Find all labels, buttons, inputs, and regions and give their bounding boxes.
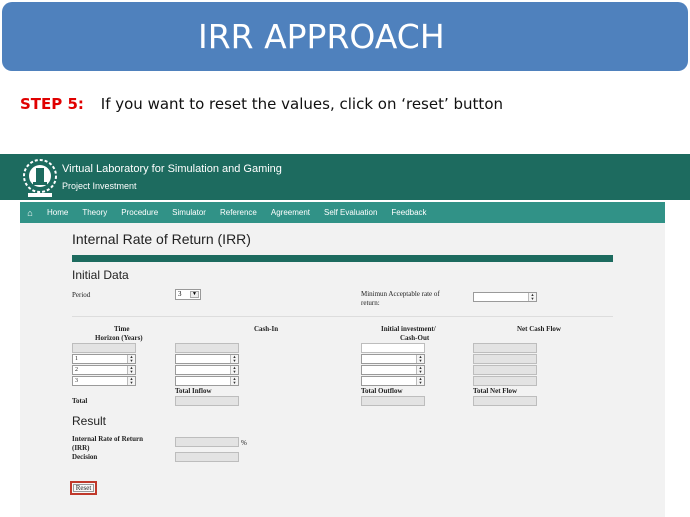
net-cash-flow-3 (473, 376, 537, 386)
spinner-icon[interactable]: ▲ ▼ (416, 366, 424, 374)
app-title: Virtual Laboratory for Simulation and Ga… (62, 163, 282, 175)
total-inflow-label: Total Inflow (175, 387, 212, 395)
spinner-icon[interactable]: ▲ ▼ (230, 366, 238, 374)
total-net-flow-value (473, 396, 537, 406)
initial-investment-input[interactable] (361, 343, 425, 353)
cashin-input-2[interactable]: ▲ ▼ (175, 365, 239, 375)
reset-button-label: Reset (73, 484, 94, 492)
total-net-flow-label: Total Net Flow (473, 387, 518, 395)
spinner-icon[interactable]: ▲ ▼ (528, 293, 536, 301)
nav-home[interactable]: Home (40, 208, 75, 217)
nav-agreement[interactable]: Agreement (264, 208, 317, 217)
net-cash-flow-2 (473, 365, 537, 375)
year-value: 2 (75, 367, 78, 373)
col-time-line2: Horizon (Years) (95, 334, 143, 342)
period-label: Period (72, 291, 91, 299)
year-value: 3 (75, 378, 78, 384)
net-header-box (473, 343, 537, 353)
marr-label-line1: Minimun Acceptable rate of (361, 290, 440, 298)
main-content: Internal Rate of Return (IRR) Initial Da… (20, 223, 665, 517)
step-text: If you want to reset the values, click o… (100, 95, 503, 113)
spinner-icon[interactable]: ▲ ▼ (230, 377, 238, 385)
nav-simulator[interactable]: Simulator (165, 208, 213, 217)
year-input-1[interactable]: 1 ▲ ▼ (72, 354, 136, 364)
home-icon[interactable]: ⌂ (20, 208, 40, 218)
reset-button[interactable]: Reset (70, 481, 97, 495)
cashin-input-3[interactable]: ▲ ▼ (175, 376, 239, 386)
period-value: 3 (178, 290, 182, 298)
nav-self-evaluation[interactable]: Self Evaluation (317, 208, 384, 217)
total-outflow-value (361, 396, 425, 406)
percent-sign: % (241, 439, 247, 447)
app-header: Virtual Laboratory for Simulation and Ga… (0, 154, 690, 200)
decision-value (175, 452, 239, 462)
total-outflow-label: Total Outflow (361, 387, 403, 395)
app-screenshot: Virtual Laboratory for Simulation and Ga… (0, 154, 690, 517)
time-header-box (72, 343, 136, 353)
spinner-icon[interactable]: ▲ ▼ (127, 366, 135, 374)
cashout-input-1[interactable]: ▲ ▼ (361, 354, 425, 364)
step-instruction: STEP 5: If you want to reset the values,… (20, 95, 503, 113)
institute-logo-icon (23, 159, 57, 197)
col-initial-line2: Cash-Out (400, 334, 430, 342)
year-value: 1 (75, 356, 78, 362)
irr-label-line1: Internal Rate of Return (72, 435, 143, 443)
col-initial-line1: Initial investment/ (381, 325, 436, 333)
year-input-3[interactable]: 3 ▲ ▼ (72, 376, 136, 386)
title-divider (72, 255, 613, 262)
irr-value (175, 437, 239, 447)
section-divider (72, 316, 613, 317)
irr-label-line2: (IRR) (72, 444, 90, 452)
app-subtitle: Project Investment (62, 181, 137, 191)
col-time-line1: Time (114, 325, 130, 333)
nav-reference[interactable]: Reference (213, 208, 264, 217)
spinner-icon[interactable]: ▲ ▼ (416, 355, 424, 363)
result-heading: Result (72, 414, 107, 428)
marr-input[interactable]: ▲ ▼ (473, 292, 537, 302)
decision-label: Decision (72, 453, 98, 461)
col-net-cash-flow: Net Cash Flow (517, 325, 561, 333)
spinner-icon[interactable]: ▲ ▼ (127, 377, 135, 385)
chevron-down-icon: ▼ (190, 291, 199, 298)
year-input-2[interactable]: 2 ▲ ▼ (72, 365, 136, 375)
spinner-icon[interactable]: ▲ ▼ (127, 355, 135, 363)
step-label: STEP 5: (20, 95, 84, 113)
net-cash-flow-1 (473, 354, 537, 364)
cashout-input-3[interactable]: ▲ ▼ (361, 376, 425, 386)
marr-label-line2: return: (361, 299, 380, 307)
spinner-icon[interactable]: ▲ ▼ (230, 355, 238, 363)
spinner-icon[interactable]: ▲ ▼ (416, 377, 424, 385)
total-label: Total (72, 397, 88, 405)
nav-bar: ⌂ Home Theory Procedure Simulator Refere… (20, 202, 665, 223)
cashin-header-box (175, 343, 239, 353)
cashin-input-1[interactable]: ▲ ▼ (175, 354, 239, 364)
initial-data-heading: Initial Data (72, 268, 129, 282)
nav-theory[interactable]: Theory (75, 208, 114, 217)
nav-feedback[interactable]: Feedback (384, 208, 433, 217)
page-title: Internal Rate of Return (IRR) (72, 231, 251, 247)
slide-title: IRR APPROACH (2, 2, 688, 71)
cashout-input-2[interactable]: ▲ ▼ (361, 365, 425, 375)
total-inflow-value (175, 396, 239, 406)
col-cashin: Cash-In (254, 325, 279, 333)
period-select[interactable]: 3 ▼ (175, 289, 201, 300)
nav-procedure[interactable]: Procedure (114, 208, 165, 217)
